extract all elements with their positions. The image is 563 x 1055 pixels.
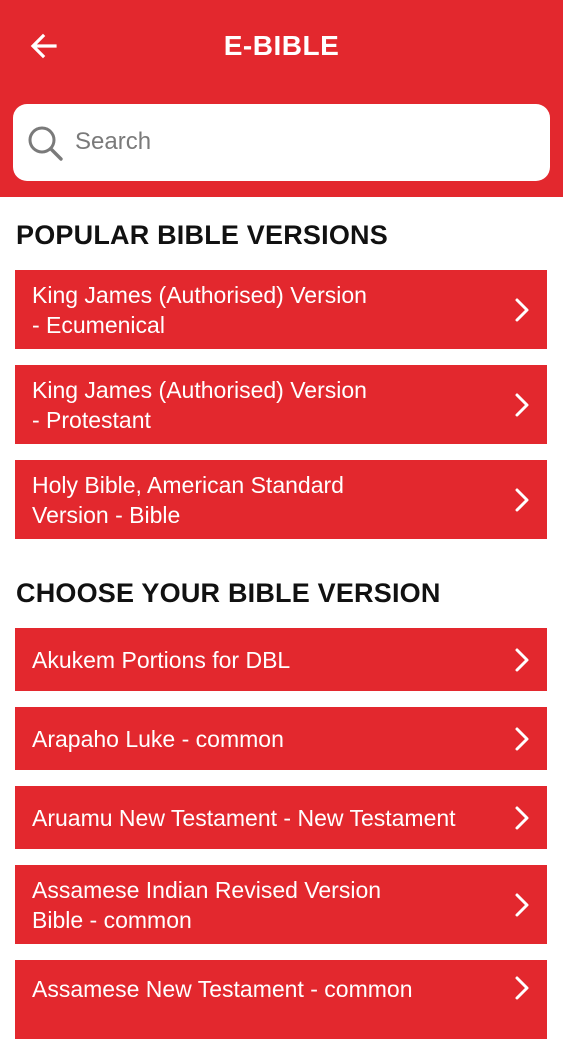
popular-versions-heading: POPULAR BIBLE VERSIONS	[16, 220, 388, 250]
search-bar[interactable]	[13, 104, 550, 181]
chevron-right-icon	[515, 393, 529, 416]
list-item-label: Holy Bible, American Standard Version - …	[32, 471, 344, 528]
chevron-right-icon	[515, 488, 529, 511]
bible-versions-list: Akukem Portions for DBL Arapaho Luke - c…	[15, 628, 547, 1055]
chevron-right-icon	[515, 298, 529, 321]
chevron-right-icon	[515, 893, 529, 916]
list-item[interactable]: King James (Authorised) Version - Ecumen…	[15, 270, 547, 349]
chevron-right-icon	[515, 727, 529, 750]
search-input[interactable]	[75, 122, 525, 162]
chevron-right-icon	[515, 806, 529, 829]
list-item-label: Assamese Indian Revised Version Bible - …	[32, 876, 382, 933]
choose-version-heading: CHOOSE YOUR BIBLE VERSION	[16, 578, 441, 608]
chevron-right-icon	[515, 648, 529, 671]
list-item-label: King James (Authorised) Version - Ecumen…	[32, 281, 367, 338]
app-header: E-BIBLE	[0, 0, 563, 197]
list-item[interactable]: Arapaho Luke - common	[15, 707, 547, 770]
list-item-label: King James (Authorised) Version - Protes…	[32, 376, 367, 433]
list-item[interactable]: Aruamu New Testament - New Testament	[15, 786, 547, 849]
list-item[interactable]: King James (Authorised) Version - Protes…	[15, 365, 547, 444]
page-title: E-BIBLE	[223, 30, 340, 61]
list-item-label: Arapaho Luke - common	[32, 725, 284, 752]
list-item[interactable]: Holy Bible, American Standard Version - …	[15, 460, 547, 539]
list-item-label: Aruamu New Testament - New Testament	[32, 804, 456, 831]
chevron-right-icon	[515, 976, 529, 1000]
list-item[interactable]: Akukem Portions for DBL	[15, 628, 547, 691]
popular-versions-list: King James (Authorised) Version - Ecumen…	[15, 270, 547, 555]
search-icon	[28, 126, 63, 161]
list-item[interactable]: Assamese Indian Revised Version Bible - …	[15, 865, 547, 944]
list-item-label: Akukem Portions for DBL	[32, 646, 291, 673]
